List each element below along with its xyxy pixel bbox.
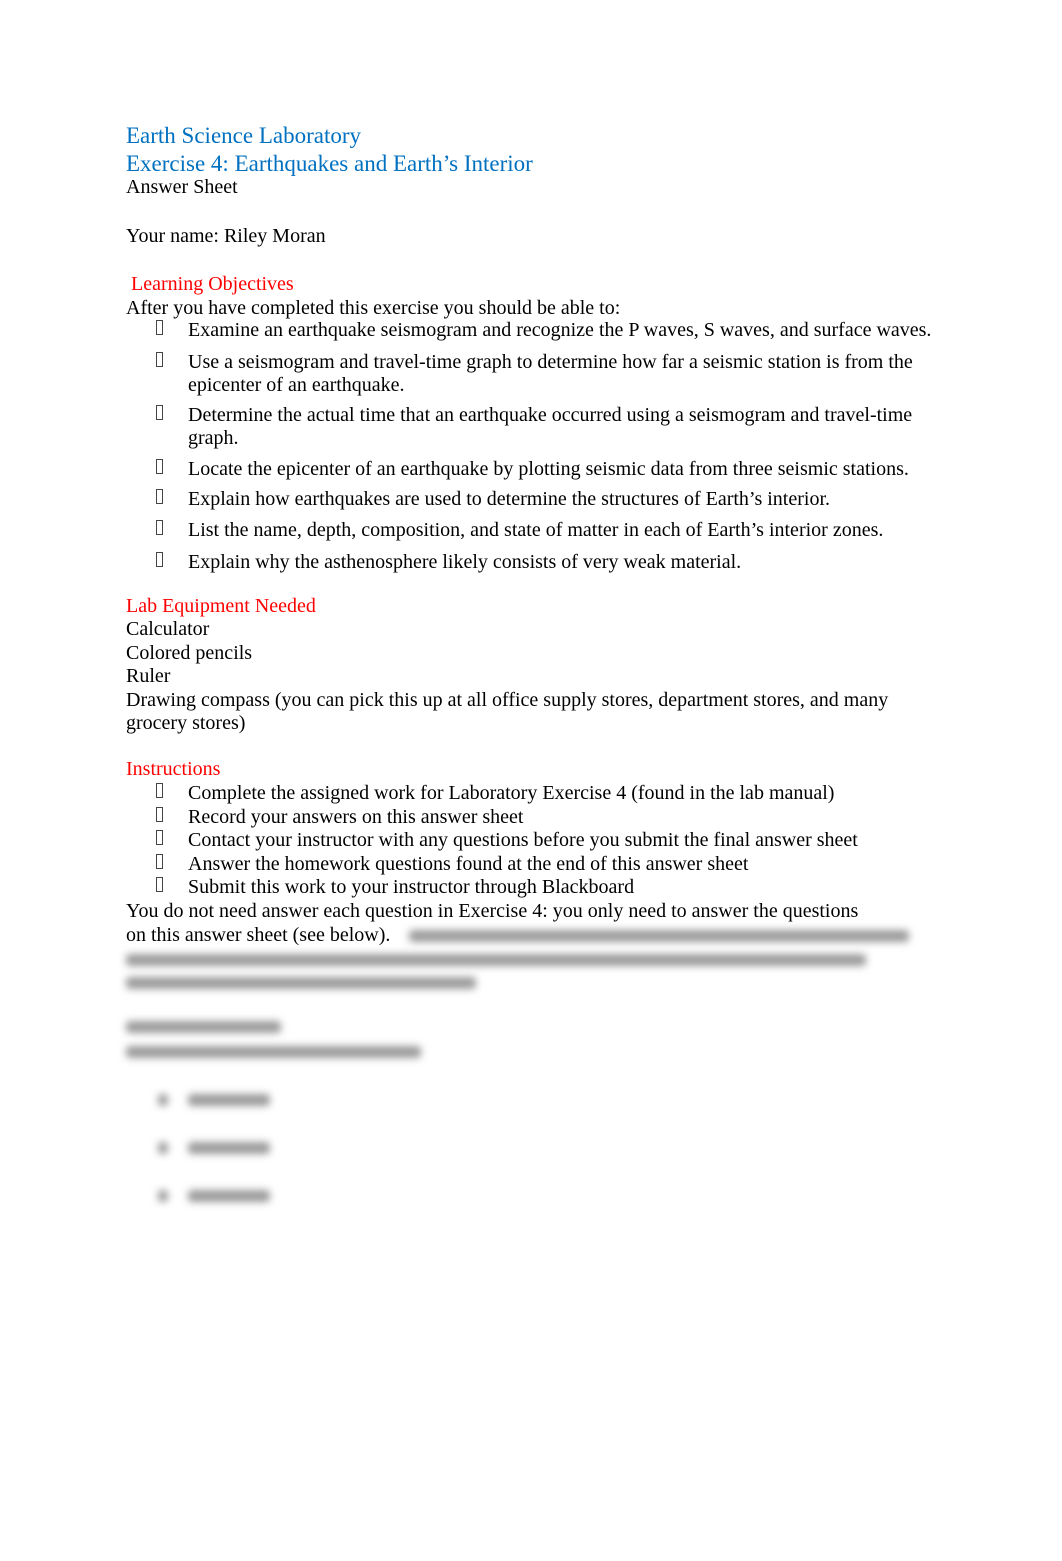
bullet-icon [156, 829, 163, 852]
blurred-heading [126, 1020, 281, 1033]
instructions-note-line-2: on this answer sheet (see below). [126, 924, 946, 948]
learning-objectives-list: Examine an earthquake seismogram and rec… [126, 319, 946, 575]
exercise-title: Exercise 4: Earthquakes and Earth’s Inte… [126, 151, 533, 176]
instructions-note-line-1: You do not need answer each question in … [126, 899, 859, 922]
list-item: Examine an earthquake seismogram and rec… [126, 319, 946, 343]
bullet-icon [156, 519, 163, 542]
list-item: Complete the assigned work for Laborator… [126, 782, 946, 806]
list-item: Submit this work to your instructor thro… [126, 876, 946, 900]
blurred-list-item [126, 1136, 946, 1159]
blurred-content [126, 948, 946, 1207]
bullet-icon [156, 782, 163, 805]
bullet-icon [156, 806, 163, 829]
blurred-list-item [126, 1088, 946, 1111]
blurred-text [409, 930, 910, 943]
bullet-icon [156, 488, 163, 511]
bullet-icon [156, 319, 163, 342]
learning-objectives-heading: Learning Objectives [131, 273, 294, 295]
bullet-icon [156, 876, 163, 899]
course-title: Earth Science Laboratory [126, 123, 361, 148]
equipment-item: Calculator [126, 618, 210, 640]
list-item: Answer the homework questions found at t… [126, 853, 946, 877]
bullet-icon [156, 351, 163, 374]
answer-sheet-subtitle: Answer Sheet [126, 176, 238, 198]
bullet-icon [156, 404, 163, 427]
list-item: Contact your instructor with any questio… [126, 829, 946, 853]
equipment-item: Drawing compass (you can pick this up at… [126, 688, 889, 711]
list-item: List the name, depth, composition, and s… [126, 519, 946, 543]
lab-equipment-heading: Lab Equipment Needed [126, 594, 316, 617]
instructions-heading: Instructions [126, 757, 221, 780]
list-item: Explain why the asthenosphere likely con… [126, 551, 946, 575]
student-name: Your name: Riley Moran [126, 224, 326, 247]
equipment-item: Ruler [126, 665, 171, 687]
equipment-item: Colored pencils [126, 641, 253, 664]
list-item: Determine the actual time that an earthq… [126, 404, 946, 451]
bullet-icon [156, 458, 163, 481]
list-item: Use a seismogram and travel-time graph t… [126, 351, 946, 398]
list-item: Record your answers on this answer sheet [126, 806, 946, 830]
bullet-icon [156, 853, 163, 876]
blurred-text [126, 977, 476, 990]
blurred-list-item [126, 1184, 946, 1207]
equipment-item: grocery stores) [126, 712, 246, 734]
learning-objectives-intro: After you have completed this exercise y… [126, 296, 621, 319]
blurred-text [126, 1046, 421, 1059]
blurred-text [126, 953, 866, 966]
document-page: Earth Science Laboratory Exercise 4: Ear… [126, 122, 946, 1207]
instructions-list: Complete the assigned work for Laborator… [126, 782, 946, 900]
bullet-icon [156, 551, 163, 574]
lab-equipment-list: Calculator Colored pencils Ruler Drawing… [126, 618, 946, 736]
list-item: Explain how earthquakes are used to dete… [126, 488, 946, 512]
list-item: Locate the epicenter of an earthquake by… [126, 458, 946, 482]
